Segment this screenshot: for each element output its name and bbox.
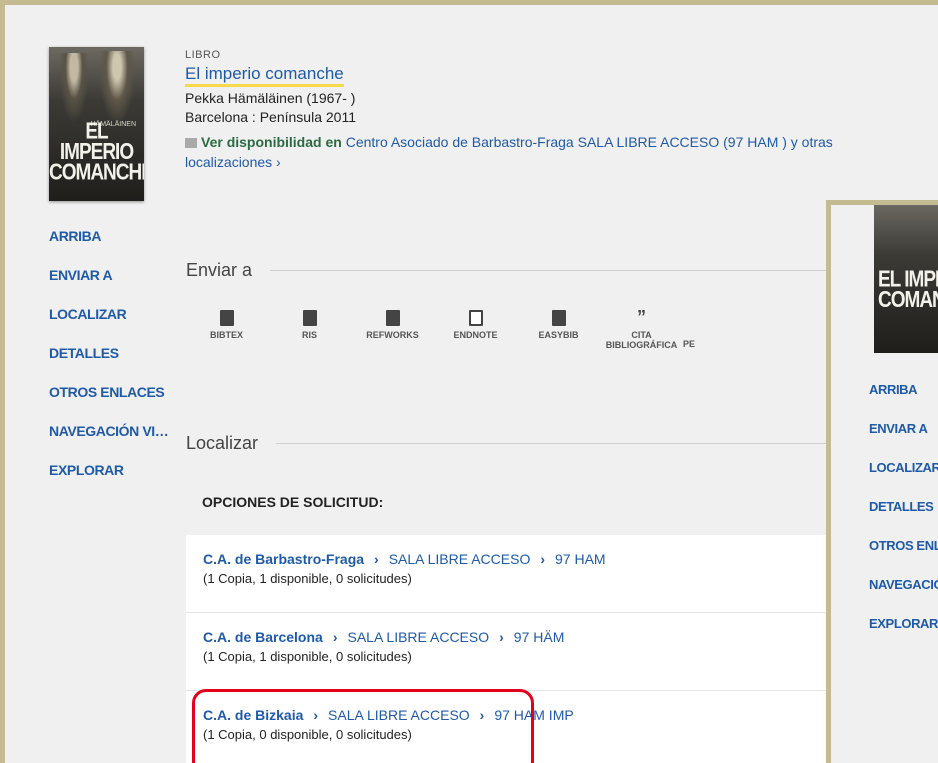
overlay-nav-enviar-a[interactable]: ENVIAR A [869, 421, 938, 460]
cover-figure [59, 53, 89, 123]
chevron-right-icon: › [374, 551, 379, 567]
easybib-icon [551, 310, 566, 326]
section-nav: ARRIBA ENVIAR A LOCALIZAR DETALLES OTROS… [49, 228, 169, 501]
quote-icon: ” [637, 307, 646, 327]
ris-icon [302, 310, 317, 326]
endnote-button[interactable]: ENDNOTE [434, 310, 517, 350]
record-publication: Barcelona : Península 2011 [185, 109, 356, 125]
overlay-nav-arriba[interactable]: ARRIBA [869, 382, 938, 421]
refworks-icon [385, 310, 400, 326]
send-to-title: Enviar a [186, 260, 253, 280]
divider [276, 443, 826, 444]
main-panel: HÄMÄLÄINEN EL IMPERIO COMANCHE LIBRO El … [0, 0, 938, 763]
location-library[interactable]: C.A. de Barbastro-Fraga [203, 551, 364, 567]
bibtex-label: BIBTEX [209, 330, 243, 340]
request-options-label: OPCIONES DE SOLICITUD: [202, 494, 384, 510]
record-author: Pekka Hämäläinen (1967- ) [185, 90, 356, 106]
cover-title: EL IMPERIO COMANCHE [49, 119, 144, 186]
cita-label: CITA BIBLIOGRÁFICA [605, 330, 678, 350]
location-status: (1 Copia, 1 disponible, 0 solicitudes) [203, 571, 412, 586]
chevron-right-icon: › [332, 629, 338, 645]
location-callno: 97 HÄM [513, 629, 565, 645]
location-collection: SALA LIBRE ACCESO [347, 629, 490, 645]
bibtex-button[interactable]: BIBTEX [185, 310, 268, 350]
location-collection: SALA LIBRE ACCESO [388, 551, 531, 567]
nav-item-detalles[interactable]: DETALLES [49, 345, 168, 384]
overlay-section-nav: ARRIBA ENVIAR A LOCALIZAR DETALLES OTROS… [869, 382, 938, 655]
refworks-label: REFWORKS [366, 330, 419, 340]
nav-item-navegacion[interactable]: NAVEGACIÓN VI… [49, 423, 169, 462]
location-item[interactable]: C.A. de Barbastro-Fraga › SALA LIBRE ACCES… [186, 535, 826, 613]
endnote-label: ENDNOTE [453, 330, 498, 340]
location-library[interactable]: C.A. de Barcelona [203, 629, 323, 645]
send-to-actions: BIBTEX RIS REFWORKS ENDNOTE EASYBIB ” CI… [185, 307, 723, 350]
nav-item-localizar[interactable]: LOCALIZAR [49, 306, 168, 345]
record-title[interactable]: El imperio comanche [185, 64, 344, 87]
availability-link[interactable]: Ver disponibilidad en Centro Asociado de… [185, 132, 915, 172]
record-type: LIBRO [185, 49, 221, 61]
book-icon [185, 138, 197, 148]
highlight-annotation [192, 689, 534, 763]
cita-button[interactable]: ” CITA BIBLIOGRÁFICA [600, 307, 683, 350]
locate-title: Localizar [186, 433, 259, 453]
ris-button[interactable]: RIS [268, 310, 351, 350]
divider [270, 270, 826, 271]
overlay-book-cover[interactable]: EL IMPERIO COMANCHE [874, 205, 938, 353]
location-callno: 97 HAM [555, 551, 606, 567]
send-to-heading: Enviar a [186, 260, 826, 281]
book-cover[interactable]: HÄMÄLÄINEN EL IMPERIO COMANCHE [49, 47, 144, 201]
nav-item-arriba[interactable]: ARRIBA [49, 228, 168, 267]
availability-location: Centro Asociado de Barbastro-Fraga SALA … [345, 134, 833, 150]
overlay-nav-localizar[interactable]: LOCALIZAR [869, 460, 938, 499]
record-metadata: LIBRO El imperio comanche Pekka Hämäläin… [185, 49, 915, 172]
nav-item-enviar-a[interactable]: ENVIAR A [49, 267, 168, 306]
nav-item-otros-enlaces[interactable]: OTROS ENLACES [49, 384, 168, 423]
location-item[interactable]: C.A. de Barcelona › SALA LIBRE ACCESO › 97 H… [186, 613, 826, 691]
endnote-icon [468, 310, 483, 326]
permalink-label: PE [683, 339, 696, 349]
overlay-nav-detalles[interactable]: DETALLES [869, 499, 938, 538]
overlay-panel: EL IMPERIO COMANCHE ARRIBA ENVIAR A LOCA… [826, 200, 938, 763]
easybib-label: EASYBIB [538, 330, 579, 340]
easybib-button[interactable]: EASYBIB [517, 310, 600, 350]
location-status: (1 Copia, 1 disponible, 0 solicitudes) [203, 649, 412, 664]
more-locations-link[interactable]: localizaciones › [185, 154, 281, 170]
overlay-nav-navegacion[interactable]: NAVEGACIÓN [869, 577, 938, 616]
locate-heading: Localizar [186, 433, 826, 454]
chevron-right-icon: › [499, 629, 504, 645]
chevron-right-icon: › [540, 551, 546, 567]
overlay-cover-title: EL IMPERIO COMANCHE [878, 267, 938, 313]
bibtex-icon [219, 310, 234, 326]
permalink-button[interactable]: PE [683, 310, 723, 350]
ris-label: RIS [301, 330, 317, 340]
availability-label: Ver disponibilidad en [201, 134, 342, 150]
refworks-button[interactable]: REFWORKS [351, 310, 434, 350]
overlay-nav-explorar[interactable]: EXPLORAR [869, 616, 938, 655]
nav-item-explorar[interactable]: EXPLORAR [49, 462, 168, 501]
cover-figure [99, 51, 135, 123]
overlay-nav-otros-enlaces[interactable]: OTROS ENLACES [869, 538, 938, 577]
